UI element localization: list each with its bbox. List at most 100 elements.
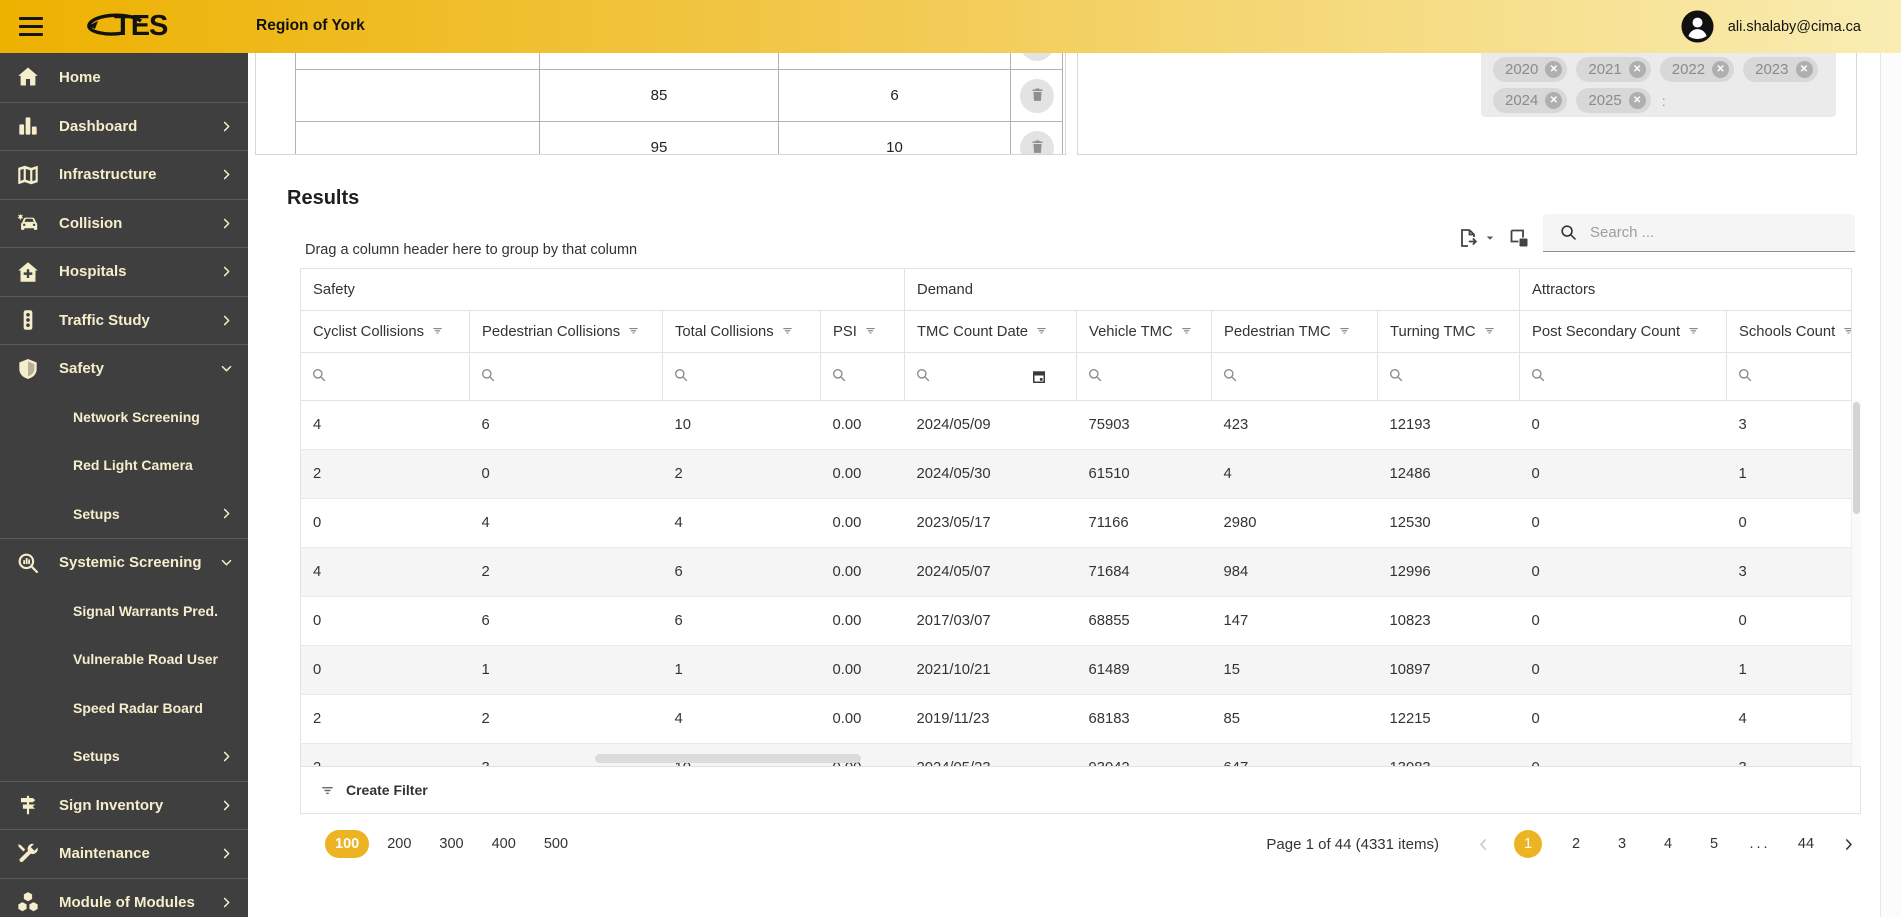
filter-cell-vehicle-tmc[interactable] xyxy=(1076,352,1213,401)
remove-chip-icon[interactable]: ✕ xyxy=(1628,92,1646,109)
year-tagbox[interactable]: 2020 ✕ 2021 ✕ 2022 ✕ 2023 ✕ 2024 ✕ 2025 ✕: xyxy=(1481,53,1836,117)
sidebar-item-setups[interactable]: Setups xyxy=(0,732,248,781)
table-cell xyxy=(1011,53,1063,69)
user-avatar-icon[interactable] xyxy=(1680,9,1715,44)
column-header-pedestrian-collisions[interactable]: Pedestrian Collisions xyxy=(469,310,663,353)
filter-cell-cyclist-collisions[interactable] xyxy=(300,352,470,401)
table-row[interactable]: 0 6 6 0.00 2017/03/07 68855 147 10823 0 0 xyxy=(300,596,1853,646)
column-header-total-collisions[interactable]: Total Collisions xyxy=(662,310,821,353)
table-row[interactable]: 0 1 1 0.00 2021/10/21 61489 15 10897 0 1 xyxy=(300,645,1853,695)
sidebar-item-speed-radar-board[interactable]: Speed Radar Board xyxy=(0,684,248,733)
table-row[interactable]: 23100.002024/05/23930426471308303 xyxy=(300,743,1853,766)
cell-total-collisions: 4 xyxy=(662,694,821,744)
column-header-psi[interactable]: PSI xyxy=(819,310,906,353)
header-filter-icon[interactable] xyxy=(1686,323,1701,338)
export-button[interactable] xyxy=(1456,226,1497,253)
delete-row-button[interactable] xyxy=(1020,53,1054,61)
column-header-pedestrian-tmc[interactable]: Pedestrian TMC xyxy=(1211,310,1379,353)
column-header-label: Post Secondary Count xyxy=(1532,324,1681,340)
page-number-3[interactable]: 3 xyxy=(1610,830,1634,858)
cell-cyclist-collisions: 2 xyxy=(300,449,470,499)
cell-schools-count: 4 xyxy=(1726,694,1853,744)
filter-cell-turning-tmc[interactable] xyxy=(1377,352,1521,401)
filter-cell-total-collisions[interactable] xyxy=(662,352,821,401)
page-size-100[interactable]: 100 xyxy=(325,830,370,858)
page-scrollbar-track[interactable] xyxy=(1880,53,1901,917)
column-chooser-button[interactable] xyxy=(1507,226,1531,253)
filter-cell-psi[interactable] xyxy=(819,352,906,401)
filter-cell-schools-count[interactable] xyxy=(1726,352,1853,401)
sidebar-item-vulnerable-road-user[interactable]: Vulnerable Road User xyxy=(0,635,248,684)
header-filter-icon[interactable] xyxy=(863,323,878,338)
sidebar-item-infrastructure[interactable]: Infrastructure xyxy=(0,150,248,199)
sidebar-item-sign-inventory[interactable]: Sign Inventory xyxy=(0,780,248,830)
header-filter-icon[interactable] xyxy=(780,323,795,338)
remove-chip-icon[interactable]: ✕ xyxy=(1545,61,1563,78)
filter-cell-pedestrian-tmc[interactable] xyxy=(1211,352,1379,401)
page-number-4[interactable]: 4 xyxy=(1656,830,1680,858)
page-number-5[interactable]: 5 xyxy=(1702,830,1726,858)
sidebar-item-red-light-camera[interactable]: Red Light Camera xyxy=(0,441,248,490)
remove-chip-icon[interactable]: ✕ xyxy=(1545,92,1563,109)
create-filter-button[interactable]: Create Filter xyxy=(300,766,1861,814)
cell-total-collisions: 10 xyxy=(662,400,821,450)
header-filter-icon[interactable] xyxy=(1179,323,1194,338)
sidebar-item-module-of-modules[interactable]: Module of Modules xyxy=(0,877,248,917)
page-number-44[interactable]: 44 xyxy=(1794,830,1818,858)
sidebar-item-signal-warrants-pred[interactable]: Signal Warrants Pred. xyxy=(0,587,248,636)
table-row[interactable]: 4 2 6 0.00 2024/05/07 71684 984 12996 0 3 xyxy=(300,547,1853,597)
table-row[interactable]: 2 0 2 0.00 2024/05/30 61510 4 12486 0 1 xyxy=(300,449,1853,499)
filter-cell-tmc-count-date[interactable] xyxy=(904,352,1078,401)
page-size-300[interactable]: 300 xyxy=(429,830,473,858)
column-header-vehicle-tmc[interactable]: Vehicle TMC xyxy=(1076,310,1213,353)
sidebar-item-collision[interactable]: Collision xyxy=(0,198,248,248)
remove-chip-icon[interactable]: ✕ xyxy=(1712,61,1730,78)
remove-chip-icon[interactable]: ✕ xyxy=(1628,61,1646,78)
page-size-200[interactable]: 200 xyxy=(377,830,421,858)
page-size-500[interactable]: 500 xyxy=(534,830,578,858)
header-filter-icon[interactable] xyxy=(626,323,641,338)
sidebar-item-systemic-screening[interactable]: Systemic Screening xyxy=(0,538,248,587)
search-input[interactable] xyxy=(1590,224,1855,241)
table-row[interactable]: 0 4 4 0.00 2023/05/17 71166 2980 12530 0 0 xyxy=(300,498,1853,548)
sidebar-item-traffic-study[interactable]: Traffic Study xyxy=(0,295,248,345)
sidebar-item-network-screening[interactable]: Network Screening xyxy=(0,393,248,442)
header-filter-icon[interactable] xyxy=(1841,323,1851,338)
sidebar-item-dashboard[interactable]: Dashboard xyxy=(0,101,248,151)
vertical-scrollbar-thumb[interactable] xyxy=(1853,402,1860,514)
sidebar-item-setups[interactable]: Setups xyxy=(0,490,248,539)
header-filter-icon[interactable] xyxy=(430,323,445,338)
delete-row-button[interactable] xyxy=(1020,78,1054,113)
horizontal-scrollbar-thumb[interactable] xyxy=(595,754,861,763)
sidebar-item-home[interactable]: Home xyxy=(0,53,248,102)
sidebar-item-hospitals[interactable]: Hospitals xyxy=(0,247,248,296)
table-row[interactable]: 2 2 4 0.00 2019/11/23 68183 85 12215 0 4 xyxy=(300,694,1853,744)
column-header-post-secondary-count[interactable]: Post Secondary Count xyxy=(1519,310,1728,353)
page-size-400[interactable]: 400 xyxy=(482,830,526,858)
cell-cyclist-collisions: 4 xyxy=(300,547,470,597)
column-header-schools-count[interactable]: Schools Count xyxy=(1726,310,1853,353)
header-filter-icon[interactable] xyxy=(1034,323,1049,338)
cell-turning-tmc: 13083 xyxy=(1377,743,1520,766)
next-page-icon[interactable] xyxy=(1840,836,1857,853)
sidebar-item-maintenance[interactable]: Maintenance xyxy=(0,829,248,878)
filter-cell-post-secondary-count[interactable] xyxy=(1519,352,1728,401)
calendar-icon[interactable] xyxy=(1030,368,1048,386)
filter-cell-pedestrian-collisions[interactable] xyxy=(469,352,663,401)
table-row: 95 10 xyxy=(296,122,1062,154)
page-number-1[interactable]: 1 xyxy=(1514,830,1542,858)
cell-post-secondary-count: 0 xyxy=(1519,547,1727,597)
table-row[interactable]: 4 6 10 0.00 2024/05/09 75903 423 12193 0 3 xyxy=(300,400,1853,450)
hamburger-menu-icon[interactable] xyxy=(19,17,43,36)
header-filter-icon[interactable] xyxy=(1482,323,1497,338)
column-header-tmc-count-date[interactable]: TMC Count Date xyxy=(904,310,1078,353)
remove-chip-icon[interactable]: ✕ xyxy=(1795,61,1813,78)
column-header-turning-tmc[interactable]: Turning TMC xyxy=(1377,310,1521,353)
column-header-cyclist-collisions[interactable]: Cyclist Collisions xyxy=(300,310,470,353)
previous-page-icon[interactable] xyxy=(1475,836,1492,853)
delete-row-button[interactable] xyxy=(1020,130,1054,154)
sidebar-item-safety[interactable]: Safety xyxy=(0,344,248,393)
cell-schools-count: 1 xyxy=(1726,449,1853,499)
page-number-2[interactable]: 2 xyxy=(1564,830,1588,858)
header-filter-icon[interactable] xyxy=(1337,323,1352,338)
